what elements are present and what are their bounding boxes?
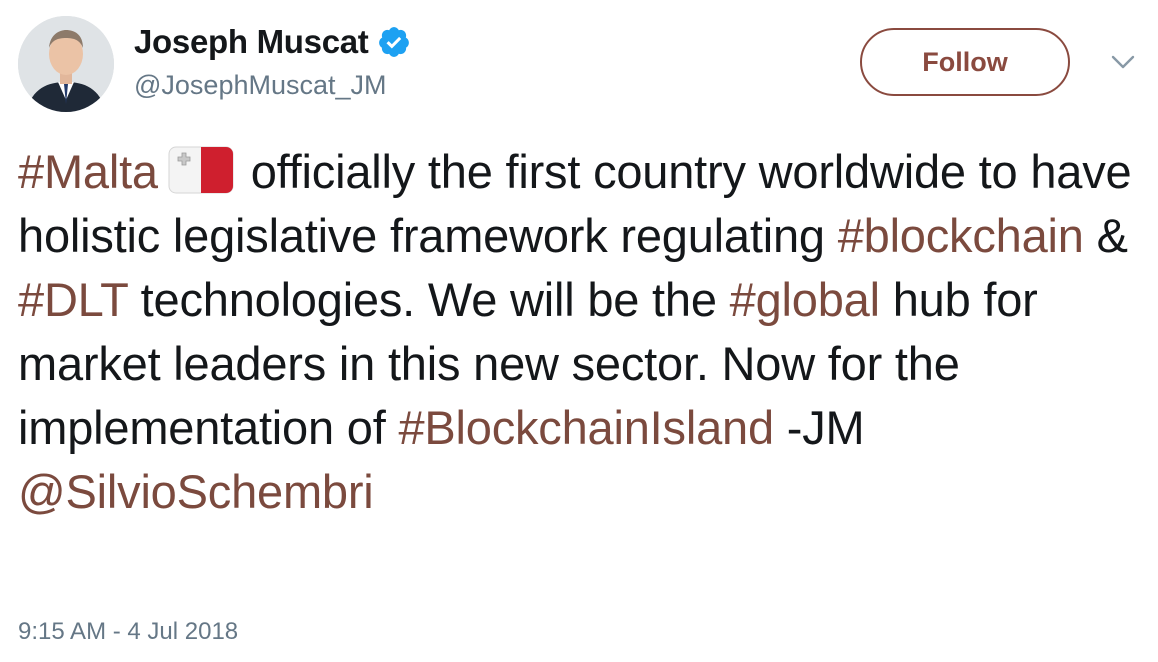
- hashtag-link[interactable]: #BlockchainIsland: [398, 401, 774, 454]
- verified-badge-icon: [377, 25, 411, 59]
- chevron-down-icon[interactable]: [1110, 52, 1136, 72]
- tweet-text-segment: technologies. We will be the: [127, 273, 730, 326]
- hashtag-link[interactable]: #global: [730, 273, 880, 326]
- malta-flag-icon: [168, 146, 234, 194]
- name-row: Joseph Muscat: [134, 20, 411, 64]
- tweet-text-segment: -JM: [773, 401, 865, 454]
- mention-link[interactable]: @SilvioSchembri: [18, 465, 374, 518]
- user-handle[interactable]: @JosephMuscat_JM: [134, 70, 387, 101]
- tweet-text-segment: &: [1083, 209, 1128, 262]
- hashtag-link[interactable]: #Malta: [18, 145, 158, 198]
- hashtag-link[interactable]: #blockchain: [838, 209, 1084, 262]
- display-name[interactable]: Joseph Muscat: [134, 23, 369, 61]
- avatar-image: [18, 16, 114, 112]
- tweet-header: Joseph Muscat @JosephMuscat_JM Follow: [0, 0, 1158, 120]
- timestamp[interactable]: 9:15 AM - 4 Jul 2018: [18, 618, 238, 646]
- tweet-text: #Malta officially the first country worl…: [18, 140, 1143, 524]
- hashtag-link[interactable]: #DLT: [18, 273, 128, 326]
- avatar[interactable]: [18, 16, 114, 112]
- follow-button[interactable]: Follow: [860, 28, 1070, 96]
